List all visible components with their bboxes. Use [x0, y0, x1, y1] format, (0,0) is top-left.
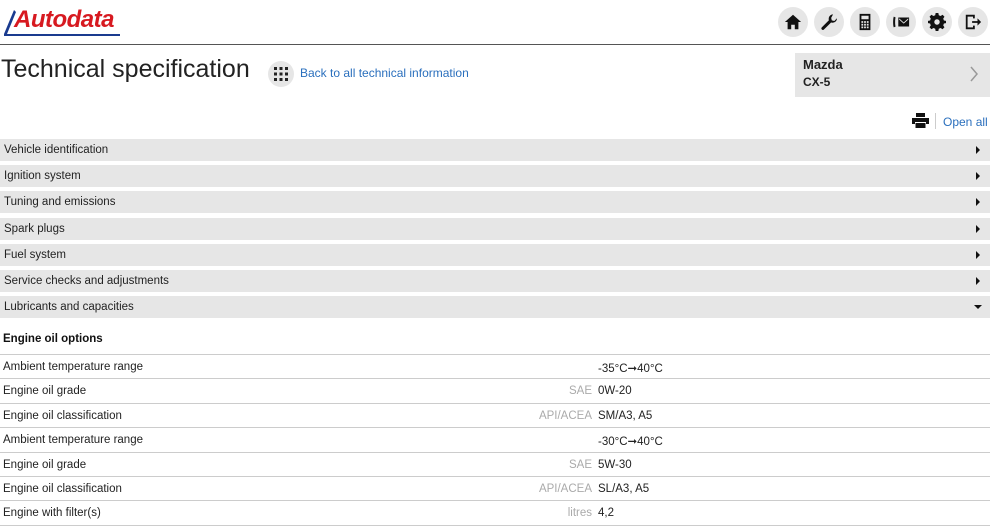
row-unit: API/ACEA — [538, 409, 592, 422]
gear-icon[interactable] — [922, 7, 952, 37]
row-value: SL/A3, A5 — [598, 482, 650, 495]
section-ignition-system[interactable]: Ignition system — [0, 165, 990, 188]
autodata-logo[interactable]: Autodata — [0, 4, 125, 38]
calculator-icon[interactable] — [850, 7, 880, 37]
row-unit: litres — [567, 507, 592, 520]
table-row: Engine with filter(s) litres 4,2 — [0, 501, 990, 526]
row-unit: API/ACEA — [538, 482, 592, 495]
section-vehicle-identification[interactable]: Vehicle identification — [0, 139, 990, 161]
caret-right-icon — [976, 224, 980, 233]
table-row: Ambient temperature range -30°C➞40°C — [0, 428, 990, 453]
vehicle-selector[interactable]: Mazda CX-5 — [795, 53, 990, 97]
row-label: Engine oil grade — [3, 385, 87, 398]
engine-oil-table: Ambient temperature range -35°C➞40°C Eng… — [0, 354, 990, 526]
row-label: Ambient temperature range — [3, 434, 143, 447]
section-fuel-system[interactable]: Fuel system — [0, 243, 990, 266]
home-icon[interactable] — [778, 7, 808, 37]
row-label: Engine oil grade — [3, 458, 87, 471]
spec-sections: Vehicle identification Ignition system T… — [0, 139, 990, 322]
caret-right-icon — [976, 276, 980, 285]
top-bar: Autodata — [0, 0, 990, 45]
vehicle-model: CX-5 — [803, 75, 831, 89]
page-title: Technical specification — [1, 55, 250, 83]
row-value: 5W-30 — [598, 458, 632, 471]
row-label: Ambient temperature range — [3, 361, 143, 373]
caret-right-icon — [976, 250, 980, 259]
caret-right-icon — [976, 146, 980, 154]
divider — [935, 113, 936, 129]
section-tuning-and-emissions[interactable]: Tuning and emissions — [0, 191, 990, 214]
row-label: Engine oil classification — [3, 482, 122, 495]
section-label: Spark plugs — [4, 222, 65, 235]
row-value: -35°C➞40°C — [598, 363, 663, 375]
logout-icon[interactable] — [958, 7, 988, 37]
section-label: Ignition system — [4, 170, 81, 183]
section-label: Fuel system — [4, 248, 66, 261]
logo-text: Autodata — [14, 6, 115, 33]
row-label: Engine oil classification — [3, 409, 122, 422]
chevron-right-icon — [970, 66, 978, 82]
row-unit: SAE — [568, 385, 592, 398]
section-label: Service checks and adjustments — [4, 274, 169, 287]
contact-icon[interactable] — [886, 7, 916, 37]
row-value: -30°C➞40°C — [598, 436, 663, 449]
wrench-icon[interactable] — [814, 7, 844, 37]
vehicle-make: Mazda — [803, 57, 843, 72]
section-label: Vehicle identification — [4, 144, 109, 156]
section-label: Lubricants and capacities — [4, 301, 134, 314]
row-value: SM/A3, A5 — [598, 409, 653, 422]
row-label: Engine with filter(s) — [3, 507, 101, 520]
table-row: Engine oil classification API/ACEA SM/A3… — [0, 404, 990, 429]
print-icon[interactable] — [912, 113, 929, 128]
section-lubricants-and-capacities[interactable]: Lubricants and capacities — [0, 296, 990, 319]
grid-menu-button[interactable] — [268, 61, 294, 87]
engine-oil-options-heading: Engine oil options — [3, 333, 103, 345]
table-row: Engine oil grade SAE 5W-30 — [0, 453, 990, 477]
row-unit: SAE — [568, 458, 592, 471]
section-label: Tuning and emissions — [4, 196, 116, 209]
row-value: 0W-20 — [598, 385, 632, 398]
caret-right-icon — [976, 198, 980, 207]
section-service-checks[interactable]: Service checks and adjustments — [0, 269, 990, 292]
table-row: Engine oil grade SAE 0W-20 — [0, 379, 990, 404]
table-row: Engine oil classification API/ACEA SL/A3… — [0, 477, 990, 502]
grid-icon — [274, 67, 288, 81]
caret-down-icon — [974, 305, 982, 310]
row-value: 4,2 — [598, 507, 614, 520]
logo-underline — [4, 34, 120, 36]
caret-right-icon — [976, 172, 980, 181]
table-row: Ambient temperature range -35°C➞40°C — [0, 355, 990, 380]
section-spark-plugs[interactable]: Spark plugs — [0, 217, 990, 240]
open-all-link[interactable]: Open all — [943, 115, 988, 129]
back-to-technical-info-link[interactable]: Back to all technical information — [300, 66, 469, 80]
top-nav — [778, 7, 988, 37]
